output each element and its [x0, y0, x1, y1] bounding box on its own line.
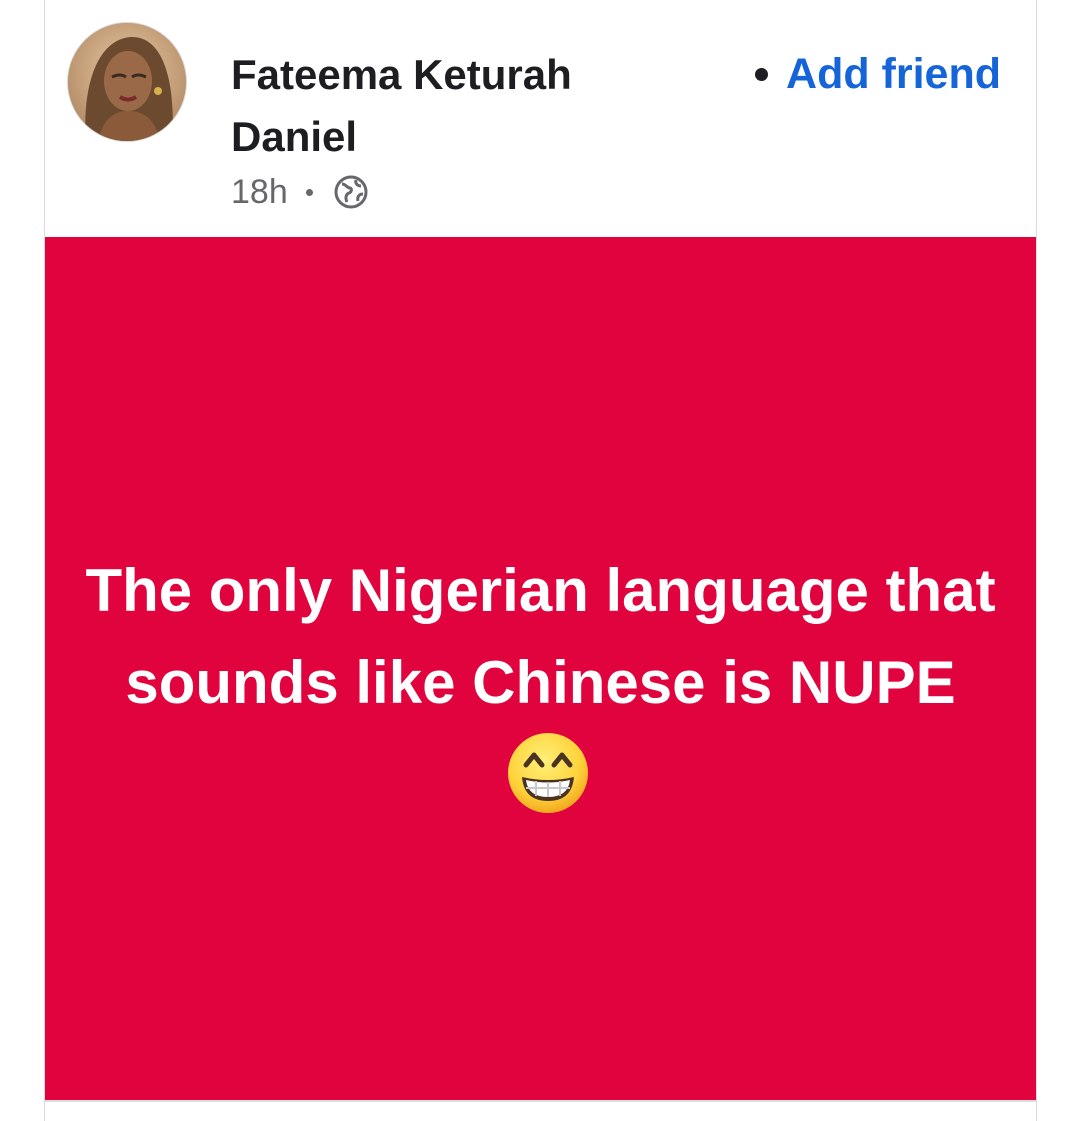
post-background[interactable]: The only Nigerian language that sounds l…: [45, 237, 1036, 1100]
post-header: Fateema Keturah Daniel 18h Add friend: [45, 0, 1036, 236]
post-card: Fateema Keturah Daniel 18h Add friend Th…: [44, 0, 1037, 1121]
bullet-dot: [755, 67, 769, 81]
avatar[interactable]: [67, 22, 187, 142]
globe-icon[interactable]: [333, 174, 369, 210]
add-friend-label: Add friend: [786, 49, 1001, 98]
avatar-photo: [68, 23, 186, 141]
page: Fateema Keturah Daniel 18h Add friend Th…: [0, 0, 1080, 1121]
post-meta: 18h: [231, 170, 369, 214]
post-body-text: The only Nigerian language that sounds l…: [85, 556, 996, 716]
post-text: The only Nigerian language that sounds l…: [76, 545, 1006, 821]
author-name[interactable]: Fateema Keturah Daniel: [231, 44, 651, 168]
add-friend-button[interactable]: Add friend: [755, 44, 1001, 104]
card-divider: [45, 1100, 1036, 1102]
grinning-face-icon: [507, 732, 588, 813]
meta-separator-dot: [305, 188, 313, 196]
post-time[interactable]: 18h: [231, 173, 288, 212]
